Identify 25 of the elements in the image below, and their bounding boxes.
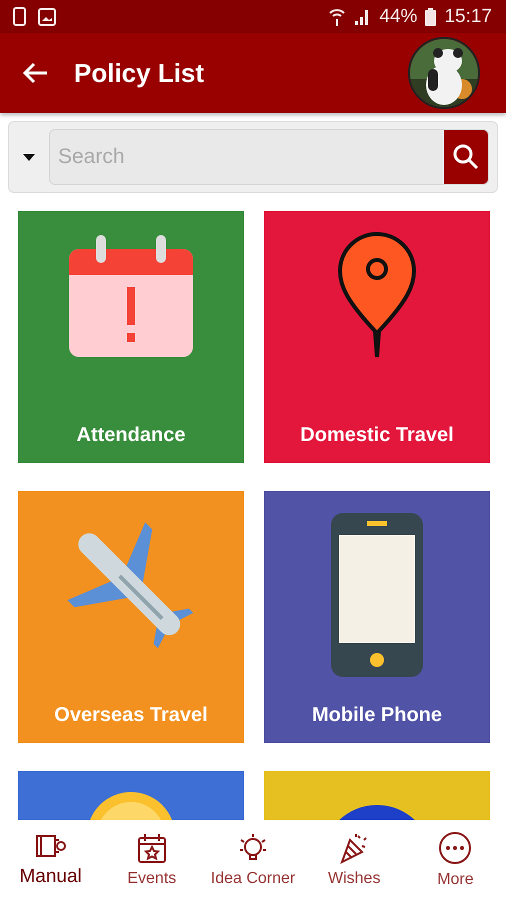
nav-item[interactable]: Wishes bbox=[304, 820, 405, 900]
policy-tile[interactable]: Domestic Travel bbox=[264, 211, 490, 463]
policy-tile[interactable]: Mobile Phone bbox=[264, 491, 490, 743]
battery-percent: 44% bbox=[379, 6, 418, 28]
tile-label: Attendance bbox=[76, 424, 186, 447]
dropdown-caret-icon[interactable] bbox=[23, 154, 35, 160]
image-notification-icon bbox=[38, 8, 56, 26]
battery-icon bbox=[425, 8, 436, 26]
back-arrow-icon[interactable] bbox=[22, 62, 48, 84]
wifi-icon bbox=[329, 6, 346, 26]
tile-label: Mobile Phone bbox=[312, 704, 442, 727]
more-icon bbox=[438, 831, 472, 865]
calendar-star-icon bbox=[136, 832, 168, 864]
nav-item[interactable]: Idea Corner bbox=[202, 820, 304, 900]
tile-label: Domestic Travel bbox=[300, 424, 454, 447]
search-icon bbox=[453, 144, 479, 170]
clock-time: 15:17 bbox=[444, 6, 492, 28]
policy-tile[interactable]: Attendance bbox=[18, 211, 244, 463]
nav-item[interactable]: Events bbox=[101, 820, 202, 900]
book-gear-icon bbox=[34, 832, 67, 860]
search-button[interactable] bbox=[444, 130, 488, 184]
nav-item[interactable]: More bbox=[404, 820, 506, 900]
page-title: Policy List bbox=[74, 58, 204, 88]
nav-item[interactable]: Manual bbox=[0, 820, 102, 900]
tile-label: Overseas Travel bbox=[54, 704, 208, 727]
